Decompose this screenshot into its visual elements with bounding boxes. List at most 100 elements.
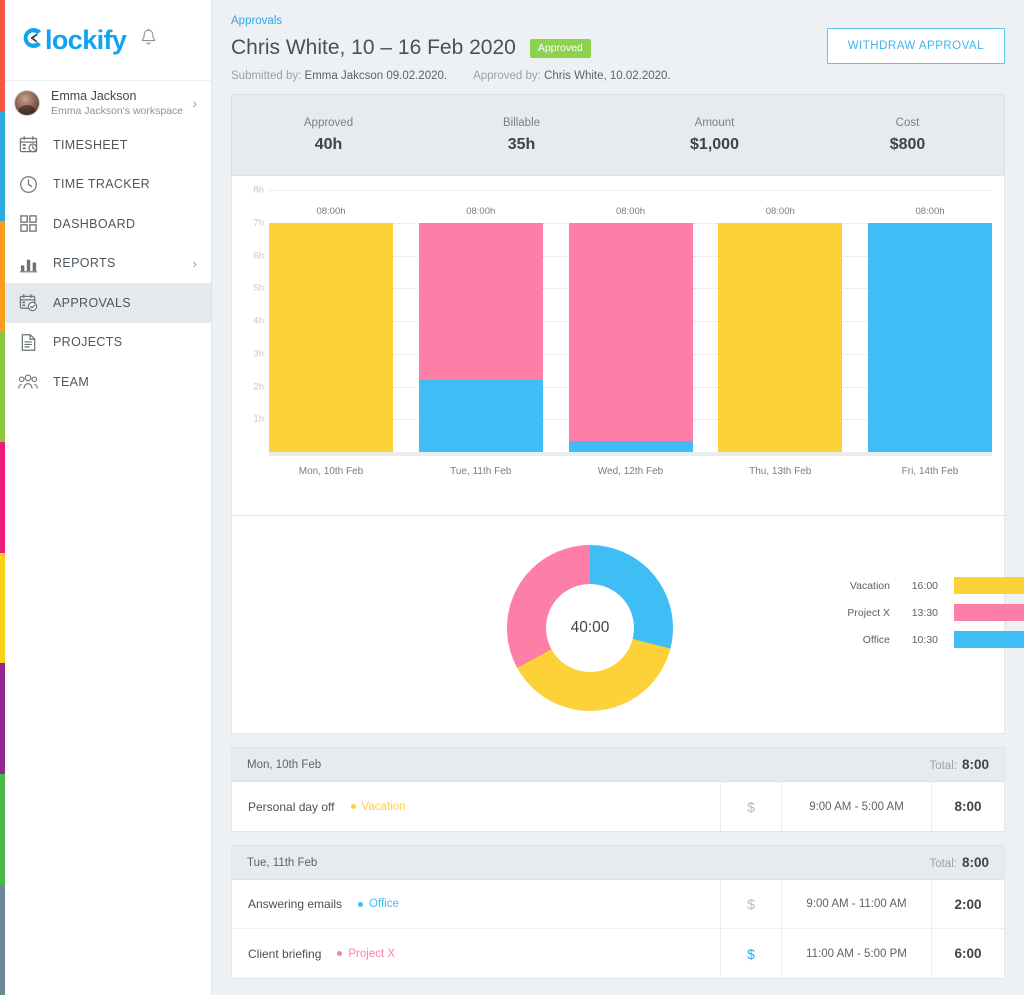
y-axis-tick-label: 5h [253,282,264,294]
donut-center-label: 40:00 [570,619,610,636]
sidebar-user[interactable]: Emma Jackson Emma Jackson's workspace › [0,81,211,125]
bar-stack [568,222,693,452]
day-total: Total: 8:00 [929,855,989,870]
sidebar-item-projects[interactable]: PROJECTS [0,322,211,362]
legend-bar-fill [954,604,1024,621]
clock-icon [17,173,39,195]
chart-baseline [269,452,992,456]
bar-stack [868,222,992,452]
bar-column[interactable]: 08:00h [868,206,992,452]
sidebar-item-time-tracker[interactable]: TIME TRACKER [0,164,211,204]
sidebar-item-team[interactable]: TEAM [0,362,211,402]
day-total-label: Total: [929,760,957,772]
bar-total-label: 08:00h [915,205,945,217]
x-axis-tick-label: Thu, 13th Feb [749,466,812,477]
time-entry-row[interactable]: Personal day off Vacation $9:00 AM - 5:00 … [232,782,1004,831]
entry-duration: 6:00 [954,946,982,961]
reports-icon [17,252,39,274]
entry-project[interactable]: Project X [337,948,395,960]
time-entry-row[interactable]: Answering emails Office $9:00 AM - 11:00 A… [232,880,1004,929]
status-badge: Approved [529,38,591,58]
entry-duration: 2:00 [954,896,982,912]
sidebar-item-label: APPROVALS [53,295,131,310]
entry-project[interactable]: Office [358,898,399,910]
sidebar-item-timesheet[interactable]: TIMESHEET [0,125,211,165]
summary-cell-amount: Amount $1,000 [618,116,811,154]
dollar-icon[interactable]: $ [720,929,782,978]
team-icon [17,371,39,393]
entry-time-range[interactable]: 11:00 AM - 5:00 PM [782,929,932,978]
bar-column[interactable]: 08:00h [269,206,393,452]
summary-cell-cost: Cost $800 [811,116,1004,154]
x-axis-tick-label: Mon, 10th Feb [298,466,364,477]
bar-column[interactable]: 08:00h [718,206,843,452]
entry-time-range[interactable]: 9:00 AM - 5:00 AM [782,782,932,831]
app-window: lockify Emma Jackson Emma Jackson's work… [0,0,1024,995]
sidebar-item-reports[interactable]: REPORTS › [0,243,211,283]
dashboard-icon [17,213,39,235]
entry-description[interactable]: Client briefing [232,947,321,961]
summary-cell-billable: Billable 35h [425,116,618,154]
sidebar-user-name: Emma Jackson [51,88,137,103]
entry-time-range[interactable]: 9:00 AM - 11:00 AM [782,880,932,928]
y-axis-tick-label: 4h [253,315,264,327]
y-axis-tick-label: 3h [253,348,264,360]
color-strip-segment [0,331,5,443]
avatar [14,90,40,116]
bell-icon[interactable] [140,28,157,52]
withdraw-approval-button[interactable]: WITHDRAW APPROVAL [826,28,1005,64]
color-strip-segment [0,552,5,664]
chevron-right-icon[interactable]: › [192,96,197,110]
dollar-icon[interactable]: $ [720,782,782,831]
y-axis-tick-label: 2h [253,381,264,392]
project-color-dot [358,901,364,907]
legend-bar-track [954,577,1024,594]
bar-segment [418,379,543,452]
bar-total-label: 08:00h [765,205,795,217]
day-total-label: Total: [929,858,957,870]
sidebar-item-label: PROJECTS [53,335,123,350]
bar-segment [418,222,543,380]
entry-project-name: Office [369,898,399,910]
bar-column[interactable]: 08:00h [418,206,543,452]
clockify-logo[interactable]: lockify [19,25,157,56]
breadcrumb[interactable]: Approvals [231,14,1005,28]
page-title: Chris White, 10 – 16 Feb 2020 [231,36,516,59]
donut-center: 40:00 [546,584,634,672]
dollar-icon[interactable]: $ [720,880,782,928]
x-axis-tick-label: Wed, 12th Feb [597,466,664,477]
sidebar-item-approvals[interactable]: APPROVALS [0,283,211,323]
entry-description[interactable]: Personal day off [232,800,335,814]
color-strip-segment [0,110,5,222]
entry-duration: 8:00 [954,799,982,814]
clockify-logo-icon [19,25,45,56]
bar-total-label: 08:00h [466,205,496,217]
sidebar-item-label: TIMESHEET [53,137,128,152]
x-axis-tick-label: Fri, 14th Feb [901,466,959,477]
legend-row: Office10:3029% [832,626,1024,653]
color-strip-segment [0,884,5,995]
legend-bar-track [954,631,1024,648]
bar-column[interactable]: 08:00h [568,206,693,452]
approval-meta: Submitted by: Emma Jakcson 09.02.2020. A… [231,70,1005,82]
bar-stack [269,222,393,452]
legend-bar-fill [954,577,1024,594]
color-strip-segment [0,773,5,885]
entry-project[interactable]: Vacation [350,800,406,813]
chevron-right-icon[interactable]: › [193,256,197,271]
submitted-by: Submitted by: Emma Jakcson 09.02.2020. [231,70,447,82]
bar-segment [868,222,992,452]
entry-description[interactable]: Answering emails [232,897,342,911]
entry-project-name: Vacation [361,800,406,813]
sidebar: lockify Emma Jackson Emma Jackson's work… [0,0,212,995]
time-entry-row[interactable]: Client briefing Project X $11:00 AM - 5:00… [232,929,1004,978]
brand-header: lockify [0,0,211,81]
day-header: Tue, 11th Feb Total: 8:00 [232,846,1004,880]
summary-label: Cost [895,117,920,129]
y-axis-tick-label: 8h [253,184,264,196]
day-total-value: 8:00 [961,757,989,772]
approved-by: Approved by: Chris White, 10.02.2020. [473,70,671,82]
color-strip-segment [0,663,5,774]
sidebar-item-dashboard[interactable]: DASHBOARD [0,204,211,244]
bar-total-label: 08:00h [316,205,346,217]
